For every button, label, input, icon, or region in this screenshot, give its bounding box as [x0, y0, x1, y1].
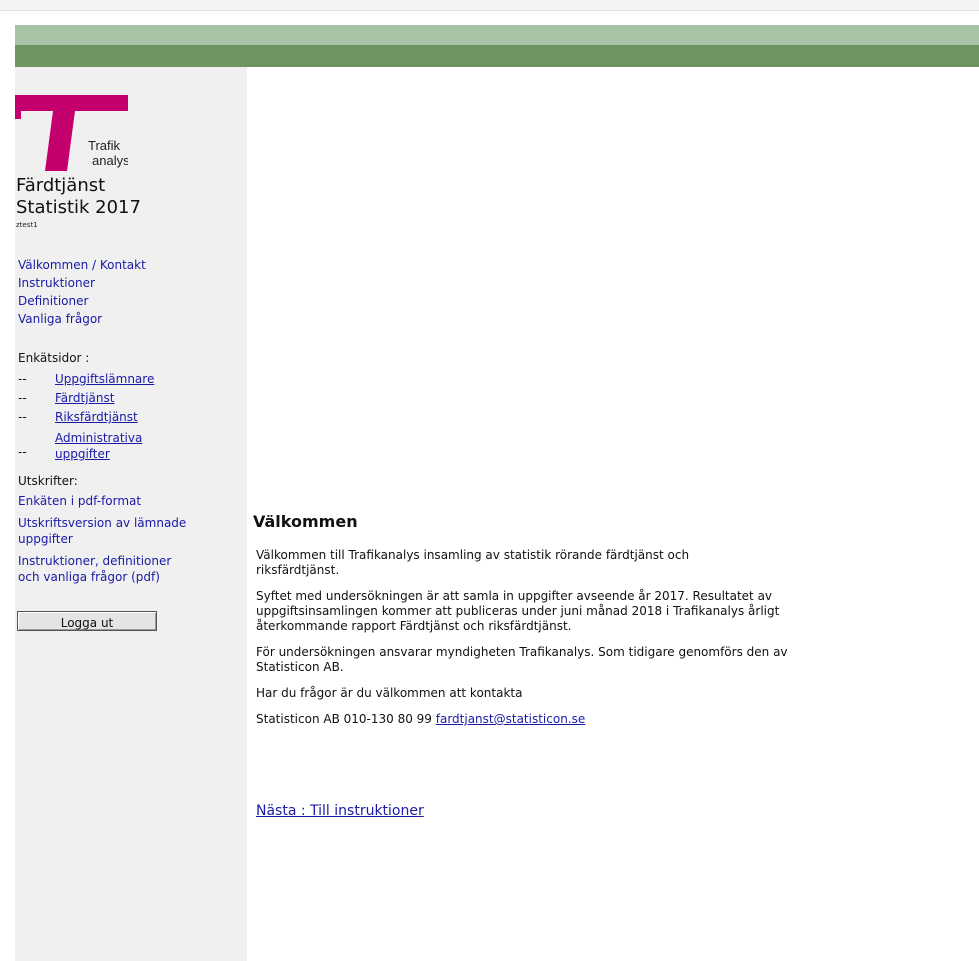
print-link-instructions-pdf[interactable]: Instruktioner, definitioner och vanliga …: [18, 553, 196, 585]
responsibility-paragraph: För undersökningen ansvarar myndigheten …: [256, 645, 788, 674]
list-dash: --: [18, 391, 27, 405]
user-id: ztest1: [16, 221, 38, 229]
browser-top-edge: [0, 0, 979, 11]
intro-paragraph: Välkommen till Trafikanalys insamling av…: [256, 548, 690, 577]
survey-pages-heading: Enkätsidor :: [18, 351, 90, 365]
main-content: Välkommen Välkommen till Trafikanalys in…: [253, 512, 856, 738]
contact-line: Statisticon AB 010-130 80 99 fardtjanst@…: [256, 712, 856, 727]
logout-button[interactable]: Logga ut: [17, 611, 157, 631]
survey-link-fardtjanst[interactable]: Färdtjänst: [55, 389, 114, 408]
app-title-line2: Statistik 2017: [16, 197, 141, 218]
list-dash: --: [18, 445, 27, 459]
list-dash: --: [18, 372, 27, 386]
list-item: -- Riksfärdtjänst: [18, 408, 218, 427]
survey-link-administrative[interactable]: Administrativa uppgifter: [55, 430, 142, 462]
contact-email-link[interactable]: fardtjanst@statisticon.se: [436, 712, 586, 726]
list-dash: --: [18, 410, 27, 424]
nav-link-definitions[interactable]: Definitioner: [18, 292, 146, 310]
print-link-survey-pdf[interactable]: Enkäten i pdf-format: [18, 493, 233, 509]
app-title-line1: Färdtjänst: [16, 175, 106, 196]
contact-intro: Har du frågor är du välkommen att kontak…: [256, 686, 523, 700]
purpose-paragraph: Syftet med undersökningen är att samla i…: [256, 589, 780, 633]
list-item: -- Administrativa uppgifter: [18, 430, 218, 462]
page-title: Välkommen: [253, 512, 358, 531]
header-band-light: [15, 25, 979, 45]
contact-text: Statisticon AB 010-130 80 99: [256, 712, 436, 726]
trafikanalys-logo: Trafik analys: [15, 95, 128, 171]
list-item: -- Färdtjänst: [18, 389, 218, 408]
print-link-submitted-data[interactable]: Utskriftsversion av lämnade uppgifter: [18, 515, 213, 547]
svg-text:analys: analys: [92, 153, 128, 168]
survey-pages-list: -- Uppgiftslämnare -- Färdtjänst -- Riks…: [18, 370, 218, 462]
nav-link-welcome-contact[interactable]: Välkommen / Kontakt: [18, 256, 146, 274]
prints-heading: Utskrifter:: [18, 474, 78, 488]
list-item: -- Uppgiftslämnare: [18, 370, 218, 389]
header-band-dark: [15, 45, 979, 67]
survey-link-riksfardtjanst[interactable]: Riksfärdtjänst: [55, 408, 138, 427]
survey-link-administrative-line2: uppgifter: [55, 447, 110, 461]
next-instructions-link[interactable]: Nästa : Till instruktioner: [256, 803, 424, 819]
survey-link-administrative-line1: Administrativa: [55, 431, 143, 445]
app-title: Färdtjänst Statistik 2017: [16, 175, 141, 219]
nav-link-faq[interactable]: Vanliga frågor: [18, 310, 146, 328]
svg-text:Trafik: Trafik: [88, 138, 121, 153]
nav-link-instructions[interactable]: Instruktioner: [18, 274, 146, 292]
survey-link-respondent[interactable]: Uppgiftslämnare: [55, 370, 154, 389]
sidebar-nav: Välkommen / Kontakt Instruktioner Defini…: [18, 256, 146, 328]
prints-list: Enkäten i pdf-format Utskriftsversion av…: [18, 493, 233, 591]
